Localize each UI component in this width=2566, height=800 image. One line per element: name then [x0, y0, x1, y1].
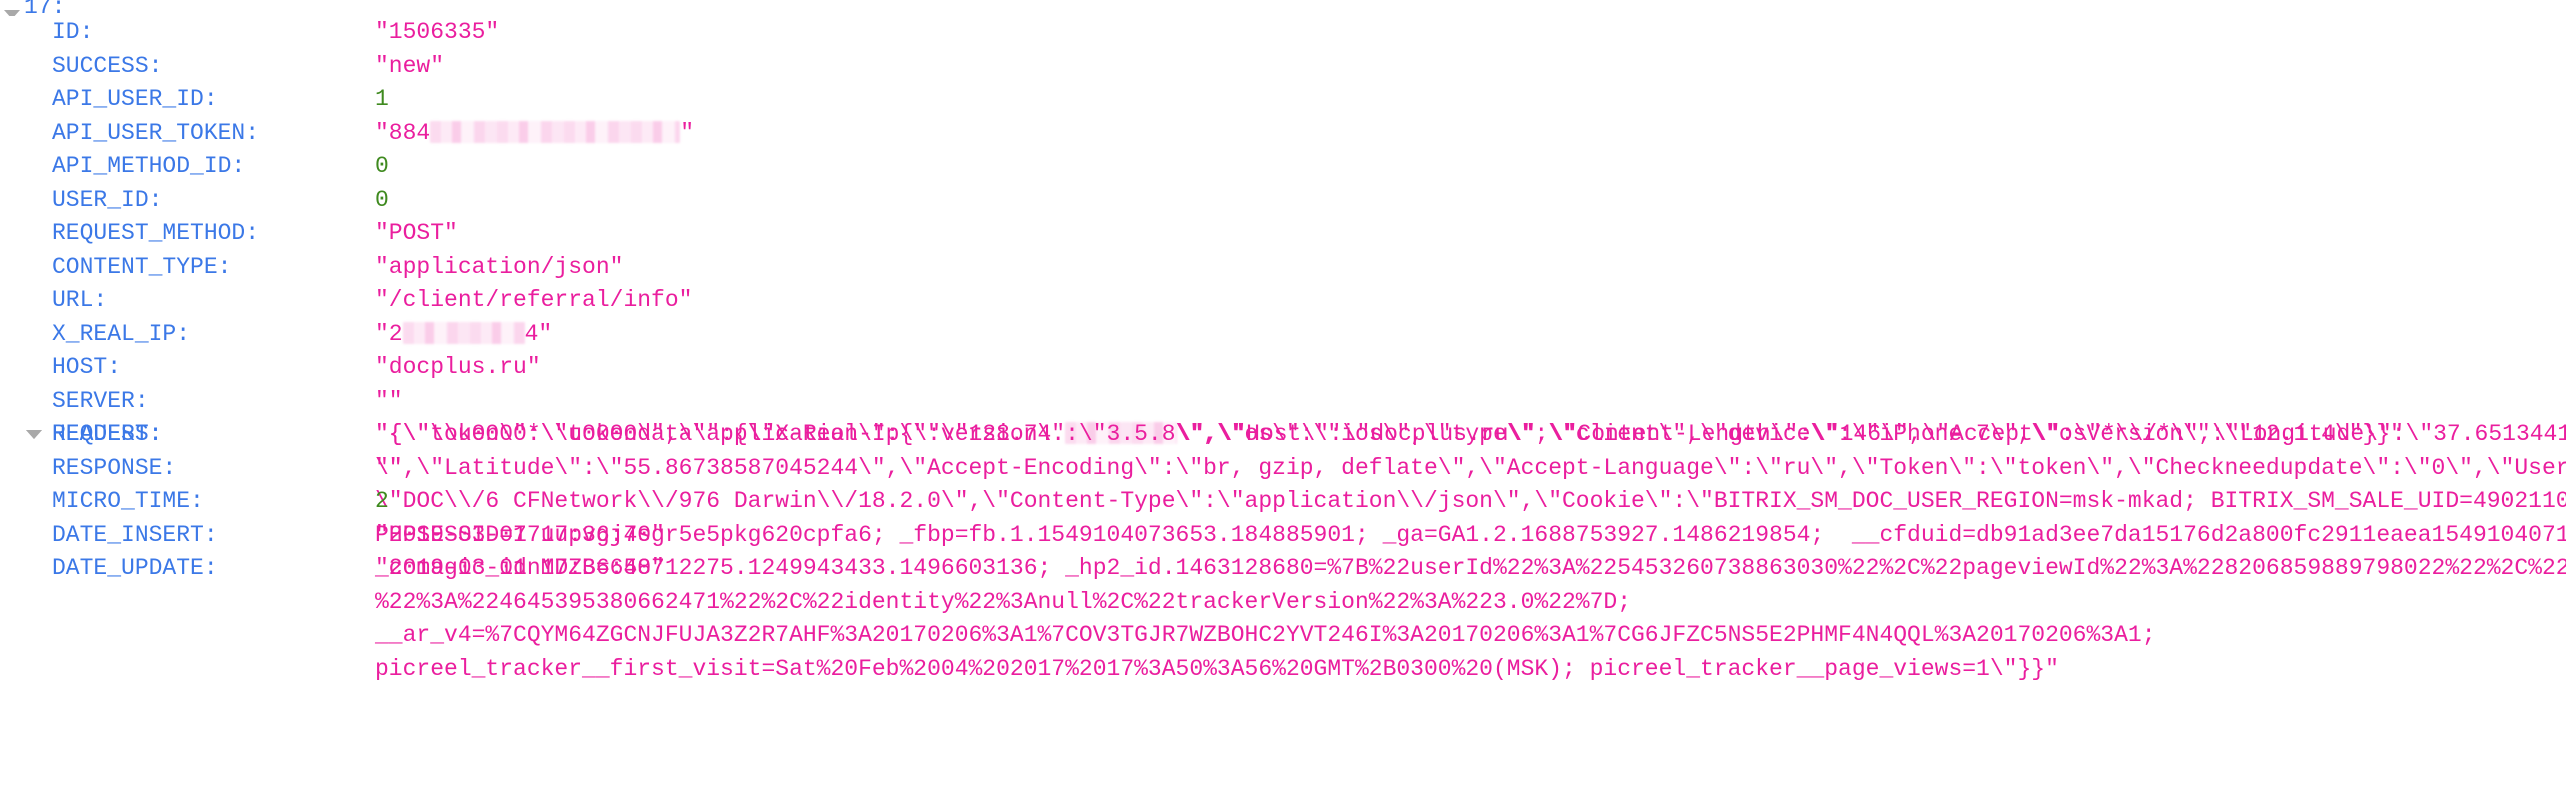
debug-object-inspector: 17: ID: "1506335" SUCCESS: "new" API_USE… [0, 0, 2566, 800]
field-row-response: RESPONSE: "" [0, 452, 2566, 486]
field-value-date-update: "2019-03-01 17:36:40" [375, 555, 665, 581]
field-key-x-real-ip: X_REAL_IP: [52, 320, 191, 347]
headers-line: __ar_v4=%7CQYM64ZGCNJFUJA3Z2R7AHF%3A2017… [375, 622, 2156, 648]
field-key-content-type: CONTENT_TYPE: [52, 253, 232, 280]
field-row-request-method: REQUEST_METHOD: "POST" [0, 217, 2566, 251]
field-key-url: URL: [52, 287, 108, 313]
headers-line: %22%3A%224645395380662471%22%2C%22identi… [375, 588, 1632, 615]
field-value-api-user-id: 1 [375, 86, 389, 112]
redaction-blur-ip [402, 321, 525, 344]
field-value-url: "/client/referral/info" [375, 287, 693, 313]
redaction-blur-token [430, 120, 681, 143]
field-value-request-method: "POST" [375, 220, 458, 246]
field-row-request[interactable]: REQUEST: "{\"token\":\"token\",\"applica… [0, 418, 2566, 452]
field-row-api-user-token: API_USER_TOKEN: "884 " [0, 117, 2566, 151]
field-value-success: "new" [375, 52, 445, 79]
field-value-id: "1506335" [375, 19, 500, 45]
field-row-server: SERVER: "" [0, 385, 2566, 419]
field-key-date-insert: DATE_INSERT: [52, 521, 218, 548]
field-value-request: "{\"token\":\"token\",\"application\":{\… [375, 421, 2404, 447]
field-key-request: REQUEST: [52, 421, 163, 447]
disclosure-triangle-icon-request[interactable] [26, 430, 42, 439]
field-key-micro-time: MICRO_TIME: [52, 488, 204, 514]
field-row-user-id: USER_ID: 0 [0, 184, 2566, 218]
token-suffix: " [680, 119, 695, 146]
field-key-success: SUCCESS: [52, 52, 163, 79]
field-value-server: "" [375, 387, 403, 414]
field-value-content-type: "application/json" [375, 253, 624, 280]
field-value-x-real-ip: "2 4" [375, 318, 552, 352]
field-row-success: SUCCESS: "new" [0, 50, 2566, 84]
field-value-host: "docplus.ru" [375, 354, 541, 380]
field-key-api-user-token: API_USER_TOKEN: [52, 119, 260, 146]
field-key-response: RESPONSE: [52, 454, 177, 481]
field-value-response: "" [375, 454, 403, 481]
field-key-server: SERVER: [52, 387, 149, 414]
field-key-user-id: USER_ID: [52, 186, 163, 213]
field-value-micro-time: 2 [375, 488, 389, 514]
array-index-row[interactable]: 17: [0, 0, 2566, 16]
field-key-api-user-id: API_USER_ID: [52, 86, 218, 112]
token-prefix: "884 [375, 119, 431, 146]
field-key-host: HOST: [52, 354, 122, 380]
field-key-request-method: REQUEST_METHOD: [52, 220, 260, 246]
field-row-api-user-id: API_USER_ID: 1 [0, 83, 2566, 117]
field-key-id: ID: [52, 19, 94, 45]
field-row-micro-time: MICRO_TIME: 2 [0, 485, 2566, 519]
field-value-date-insert: "2019-03-01 17:36:40" [375, 521, 665, 548]
ip-prefix: "2 [375, 320, 403, 347]
field-row-date-insert: DATE_INSERT: "2019-03-01 17:36:40" [0, 519, 2566, 553]
field-key-api-method-id: API_METHOD_ID: [52, 153, 246, 179]
field-row-content-type: CONTENT_TYPE: "application/json" [0, 251, 2566, 285]
headers-line: picreel_tracker__first_visit=Sat%20Feb%2… [375, 655, 2059, 682]
field-row-host: HOST: "docplus.ru" [0, 351, 2566, 385]
field-row-url: URL: "/client/referral/info" [0, 284, 2566, 318]
field-value-api-user-token: "884 " [375, 117, 694, 151]
field-row-x-real-ip: X_REAL_IP: "2 4" [0, 318, 2566, 352]
ip-suffix: 4" [524, 320, 553, 347]
field-key-date-update: DATE_UPDATE: [52, 555, 218, 581]
field-value-api-method-id: 0 [375, 153, 389, 179]
field-row-api-method-id: API_METHOD_ID: 0 [0, 150, 2566, 184]
field-value-user-id: 0 [375, 186, 389, 213]
array-index-label: 17: [24, 0, 66, 16]
field-row-id: ID: "1506335" [0, 16, 2566, 50]
field-row-date-update: DATE_UPDATE: "2019-03-01 17:36:40" [0, 552, 2566, 586]
